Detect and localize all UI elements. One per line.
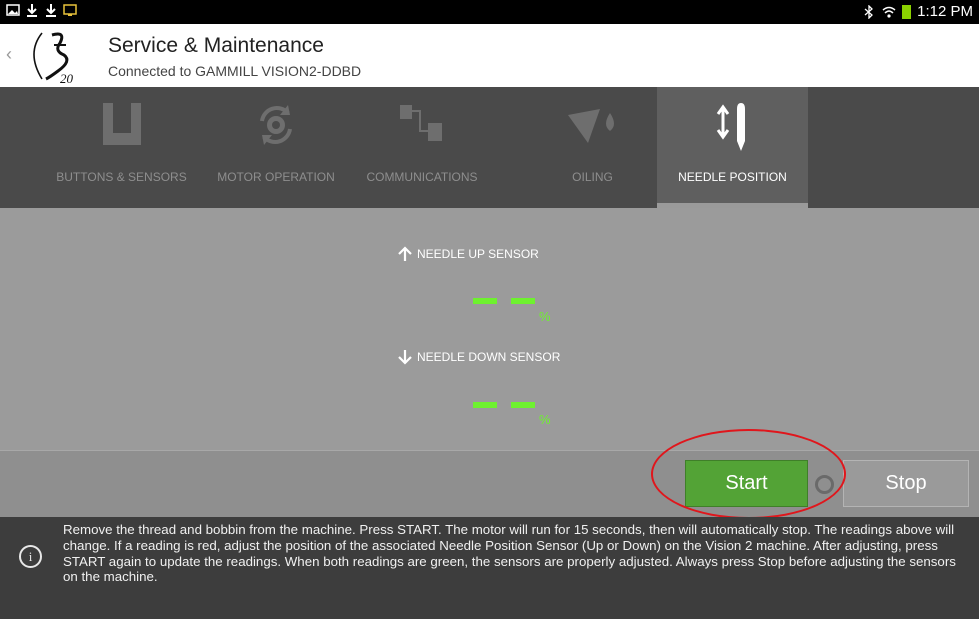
tab-label: COMMUNICATIONS bbox=[366, 170, 478, 184]
needle-position-panel: NEEDLE UP SENSOR % NEEDLE DOWN SENSOR % bbox=[0, 208, 979, 450]
info-icon: i bbox=[19, 545, 42, 568]
download-icon bbox=[27, 4, 37, 17]
cast-icon bbox=[63, 4, 77, 16]
back-chevron-icon[interactable]: ‹ bbox=[6, 44, 12, 65]
needle-down-sensor-label: NEEDLE DOWN SENSOR bbox=[397, 349, 560, 365]
reading-dash bbox=[473, 402, 497, 408]
tab-label: BUTTONS & SENSORS bbox=[56, 170, 187, 184]
logo-text: 20 bbox=[60, 71, 74, 85]
connection-status: Connected to GAMMILL VISION2-DDBD bbox=[108, 63, 362, 79]
motor-gear-icon bbox=[260, 105, 292, 145]
needle-up-unit: % bbox=[539, 309, 551, 324]
tab-needle-position[interactable]: NEEDLE POSITION bbox=[657, 87, 808, 208]
needle-up-reading bbox=[473, 298, 535, 304]
button-bar: Start Stop bbox=[0, 429, 979, 519]
reading-dash bbox=[473, 298, 497, 304]
app-logo[interactable]: 20 bbox=[20, 27, 90, 85]
oil-can-icon bbox=[567, 109, 614, 143]
tab-label: MOTOR OPERATION bbox=[217, 170, 335, 184]
needle-down-reading bbox=[473, 402, 535, 408]
sensor-label-text: NEEDLE UP SENSOR bbox=[417, 247, 539, 261]
status-time: 1:12 PM bbox=[917, 3, 973, 20]
communications-icon bbox=[400, 105, 442, 141]
download-icon bbox=[46, 4, 56, 17]
battery-icon bbox=[902, 4, 912, 19]
page-title: Service & Maintenance bbox=[108, 34, 324, 57]
tab-buttons-sensors[interactable]: BUTTONS & SENSORS bbox=[44, 87, 199, 208]
arrow-down-icon bbox=[398, 350, 412, 365]
progress-spinner-icon bbox=[815, 475, 834, 494]
wifi-icon bbox=[882, 6, 896, 18]
needle-up-sensor-label: NEEDLE UP SENSOR bbox=[397, 246, 539, 262]
status-bar: 1:12 PM bbox=[0, 0, 979, 24]
buttons-sensors-icon bbox=[102, 103, 141, 145]
reading-dash bbox=[511, 298, 535, 304]
tab-bar: BUTTONS & SENSORS MOTOR OPERATION COMMUN… bbox=[0, 87, 979, 208]
sensor-label-text: NEEDLE DOWN SENSOR bbox=[417, 350, 561, 364]
tab-label: NEEDLE POSITION bbox=[678, 170, 787, 184]
needle-icon bbox=[716, 103, 745, 151]
start-button[interactable]: Start bbox=[685, 460, 808, 507]
tab-oiling[interactable]: OILING bbox=[530, 87, 655, 208]
needle-down-unit: % bbox=[539, 412, 551, 427]
tab-motor-operation[interactable]: MOTOR OPERATION bbox=[205, 87, 347, 208]
bluetooth-icon bbox=[864, 4, 874, 19]
instructions-text: Remove the thread and bobbin from the ma… bbox=[63, 522, 956, 585]
arrow-up-icon bbox=[398, 246, 412, 261]
action-bar: ‹ 20 Service & Maintenance Connected to … bbox=[0, 24, 979, 87]
tab-communications[interactable]: COMMUNICATIONS bbox=[356, 87, 488, 208]
stop-button[interactable]: Stop bbox=[843, 460, 969, 507]
reading-dash bbox=[511, 402, 535, 408]
tab-label: OILING bbox=[572, 170, 613, 184]
gallery-icon bbox=[6, 4, 20, 16]
info-panel: i Remove the thread and bobbin from the … bbox=[0, 517, 979, 619]
